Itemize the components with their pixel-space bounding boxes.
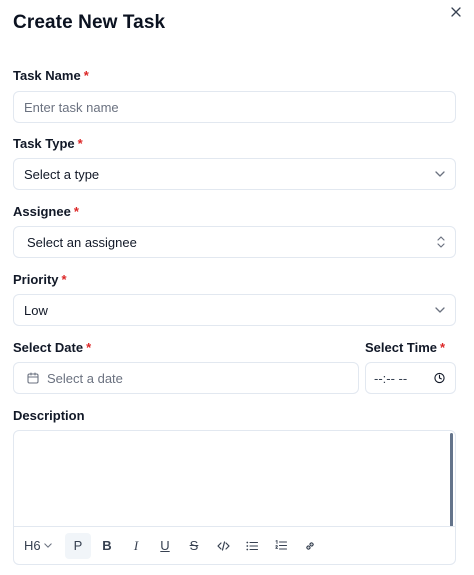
assignee-placeholder: Select an assignee [27, 234, 137, 250]
task-type-label: Task Type * [13, 136, 83, 151]
required-mark: * [83, 68, 89, 83]
date-label-text: Select Date [13, 340, 84, 355]
paragraph-button[interactable]: P [65, 532, 91, 559]
assignee-select[interactable]: Select an assignee [13, 226, 456, 258]
required-mark: * [73, 204, 79, 219]
time-input[interactable]: --:-- -- [365, 362, 456, 394]
priority-label-text: Priority [13, 272, 59, 287]
strikethrough-button[interactable]: S [181, 533, 207, 559]
assignee-label: Assignee * [13, 204, 79, 219]
bullet-list-icon [246, 541, 258, 551]
bullet-list-button[interactable] [239, 533, 265, 559]
date-placeholder: Select a date [47, 370, 123, 386]
required-mark: * [77, 136, 83, 151]
code-icon [216, 540, 230, 551]
task-type-select[interactable]: Select a type [13, 158, 456, 190]
description-editor: H6 P B I U S [13, 430, 456, 565]
task-type-placeholder: Select a type [24, 166, 100, 182]
task-name-label: Task Name * [13, 68, 89, 83]
chevron-down-icon [435, 307, 445, 313]
task-name-input[interactable]: Enter task name [13, 91, 456, 123]
italic-button[interactable]: I [123, 533, 149, 559]
create-task-dialog: Create New Task Task Name * Enter task na… [0, 0, 474, 575]
date-picker[interactable]: Select a date [13, 362, 359, 394]
strikethrough-label: S [189, 538, 199, 553]
priority-value: Low [24, 302, 48, 318]
underline-button[interactable]: U [152, 533, 178, 559]
task-name-placeholder: Enter task name [24, 99, 119, 115]
required-mark: * [86, 340, 92, 355]
chevron-up-down-icon [437, 236, 445, 248]
required-mark: * [61, 272, 67, 287]
time-label-text: Select Time [365, 340, 438, 355]
link-button[interactable] [297, 533, 323, 559]
heading-level-select[interactable]: H6 [22, 533, 58, 559]
assignee-label-text: Assignee [13, 204, 71, 219]
description-label: Description [13, 408, 85, 423]
bold-label: B [102, 538, 112, 553]
description-text-area[interactable] [14, 431, 455, 527]
date-label: Select Date * [13, 340, 91, 355]
calendar-icon [27, 372, 39, 384]
close-icon[interactable] [448, 4, 464, 20]
link-icon [304, 540, 316, 552]
editor-scrollbar[interactable] [450, 433, 453, 527]
bold-button[interactable]: B [94, 533, 120, 559]
time-label: Select Time * [365, 340, 445, 355]
task-type-label-text: Task Type [13, 136, 75, 151]
ordered-list-icon [275, 540, 287, 551]
ordered-list-button[interactable] [268, 533, 294, 559]
priority-select[interactable]: Low [13, 294, 456, 326]
required-mark: * [440, 340, 446, 355]
priority-label: Priority * [13, 272, 67, 287]
task-name-label-text: Task Name [13, 68, 81, 83]
editor-toolbar: H6 P B I U S [14, 526, 455, 564]
clock-icon[interactable] [434, 372, 445, 384]
heading-level-value: H6 [24, 538, 41, 553]
code-button[interactable] [210, 533, 236, 559]
chevron-down-icon [43, 543, 52, 548]
chevron-down-icon [435, 171, 445, 177]
italic-label: I [133, 537, 139, 553]
underline-label: U [160, 538, 170, 553]
dialog-title: Create New Task [13, 12, 166, 33]
paragraph-label: P [73, 538, 83, 553]
time-placeholder: --:-- -- [374, 370, 408, 386]
